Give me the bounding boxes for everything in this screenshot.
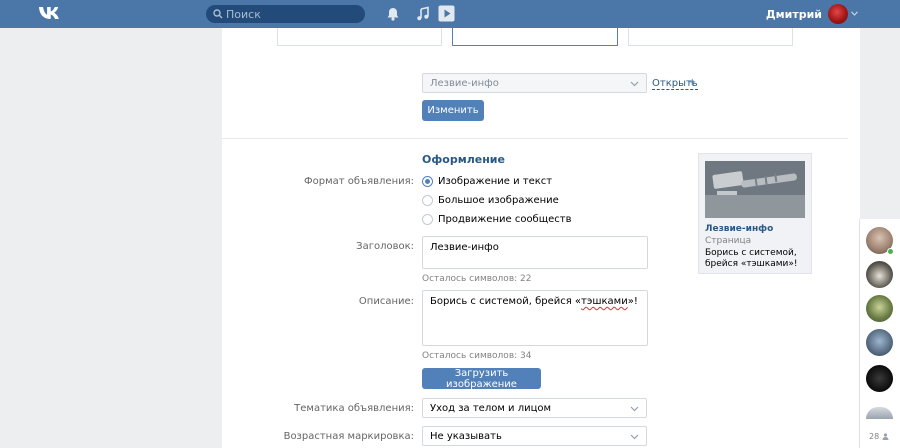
- age-select[interactable]: Не указывать: [422, 426, 647, 446]
- ad-format-card-selected[interactable]: [452, 28, 618, 46]
- ad-preview-title: Лезвие-инфо: [705, 224, 774, 234]
- title-chars-left: Осталось символов: 22: [422, 274, 532, 284]
- ad-format-card[interactable]: [628, 28, 793, 46]
- chat-avatar[interactable]: [866, 261, 893, 288]
- format-radio-image-text[interactable]: [422, 176, 433, 187]
- user-avatar[interactable]: [828, 4, 848, 24]
- age-label: Возрастная маркировка:: [283, 431, 414, 442]
- chat-online-count: 28: [869, 432, 889, 441]
- topic-label: Тематика объявления:: [294, 403, 414, 414]
- bell-icon[interactable]: [385, 6, 401, 22]
- section-divider: [222, 138, 848, 139]
- title-field[interactable]: Лезвие-инфо: [422, 236, 648, 269]
- misspelled-word: тэшками: [581, 296, 628, 307]
- description-text: Борись с системой, брейся «: [430, 296, 582, 307]
- user-name[interactable]: Дмитрий: [766, 8, 822, 21]
- format-option-label[interactable]: Продвижение сообществ: [438, 214, 572, 225]
- description-label: Описание:: [358, 296, 414, 307]
- chevron-down-icon: [630, 434, 639, 440]
- ad-preview: Лезвие-инфо Страница Борись с системой, …: [698, 153, 812, 274]
- section-title: Оформление: [422, 153, 505, 166]
- music-icon[interactable]: [415, 6, 431, 22]
- chat-avatar[interactable]: [866, 407, 893, 419]
- chat-sidebar: 28: [859, 219, 900, 448]
- topic-select[interactable]: Уход за телом и лицом: [422, 398, 647, 418]
- chevron-down-icon: [630, 406, 639, 412]
- online-indicator: [887, 248, 894, 255]
- vk-logo-icon[interactable]: [38, 5, 62, 23]
- description-text-end: »!: [627, 296, 638, 307]
- title-label: Заголовок:: [356, 241, 414, 252]
- top-navigation-bar: Дмитрий: [0, 0, 900, 28]
- chat-avatar[interactable]: [866, 329, 893, 356]
- ad-preview-description: Борись с системой, брейся «тэшками»!: [705, 248, 798, 269]
- page-select-value: Лезвие-инфо: [430, 78, 499, 89]
- ad-preview-subtitle: Страница: [705, 236, 752, 246]
- razor-image-icon: [705, 161, 805, 218]
- format-option-label[interactable]: Изображение и текст: [438, 176, 552, 187]
- chat-avatar[interactable]: [866, 295, 893, 322]
- chat-avatar[interactable]: [866, 365, 893, 392]
- open-link-plus[interactable]: +: [688, 77, 696, 88]
- search-box[interactable]: [206, 5, 365, 23]
- video-icon[interactable]: [438, 5, 455, 22]
- format-option-label[interactable]: Большое изображение: [438, 195, 559, 206]
- upload-image-button[interactable]: Загрузить изображение: [422, 368, 541, 390]
- change-button[interactable]: Изменить: [422, 100, 484, 121]
- person-icon: [882, 433, 889, 440]
- description-chars-left: Осталось символов: 34: [422, 351, 532, 361]
- ad-preview-image: [705, 161, 805, 218]
- format-label: Формат объявления:: [304, 176, 414, 187]
- page-select[interactable]: Лезвие-инфо: [422, 73, 647, 93]
- description-field[interactable]: Борись с системой, брейся «тэшками»!: [422, 290, 648, 346]
- format-radio-community[interactable]: [422, 214, 433, 225]
- search-icon: [213, 9, 223, 19]
- topic-select-value: Уход за телом и лицом: [430, 403, 552, 414]
- chevron-down-icon[interactable]: [851, 11, 858, 16]
- search-input[interactable]: [226, 6, 360, 22]
- ad-format-card[interactable]: [277, 28, 442, 46]
- chevron-down-icon: [630, 81, 639, 87]
- age-select-value: Не указывать: [430, 431, 502, 442]
- format-radio-large-image[interactable]: [422, 195, 433, 206]
